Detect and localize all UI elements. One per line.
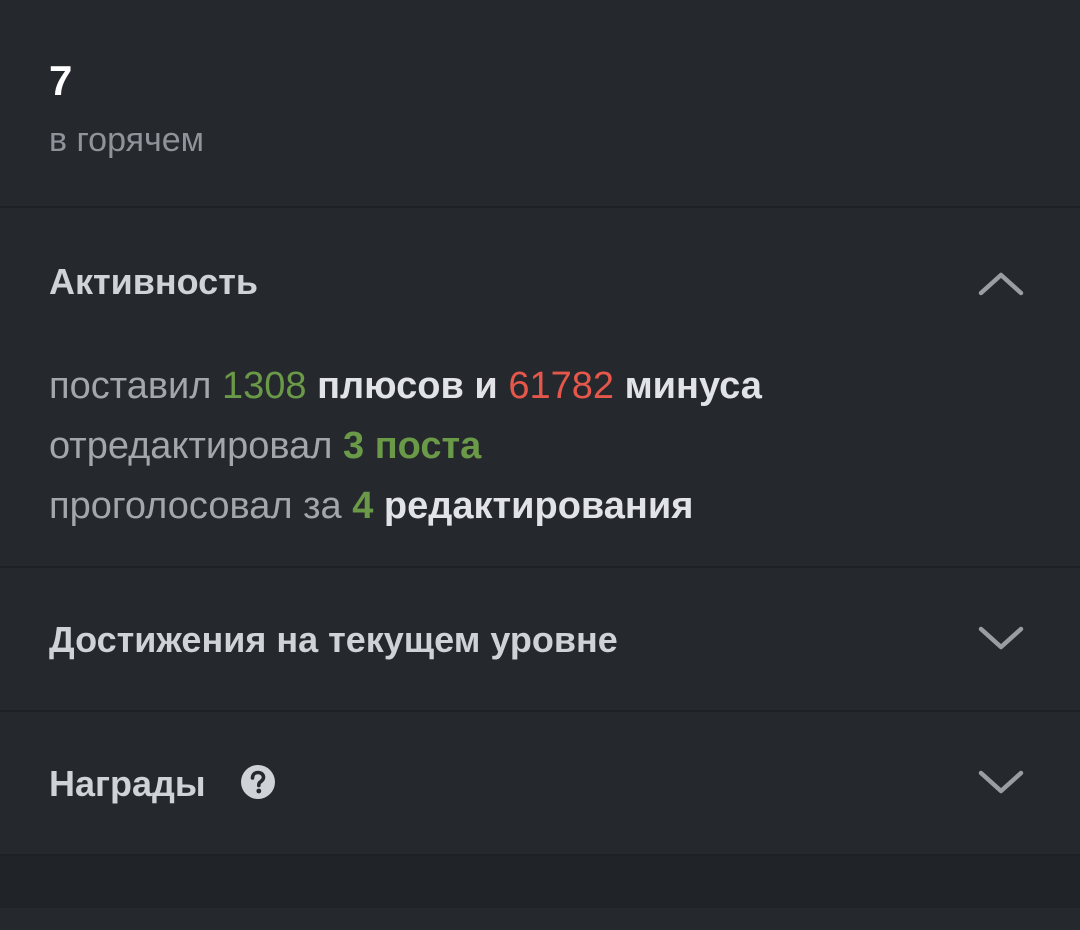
voted-line: проголосовал за 4 редактирования: [49, 476, 762, 536]
achievements-section: Достижения на текущем уровне: [0, 568, 1080, 712]
voted-prefix: проголосовал за: [49, 485, 342, 527]
given-prefix: поставил: [49, 365, 212, 407]
minuses-word: минуса: [624, 365, 762, 407]
pluses-word: плюсов и: [317, 365, 498, 407]
question-circle-icon[interactable]: [240, 764, 276, 800]
voted-count: 4: [352, 485, 374, 527]
achievements-header[interactable]: Достижения на текущем уровне: [0, 568, 1080, 712]
bottom-area: [0, 908, 1080, 930]
rewards-section: Награды: [0, 712, 1080, 856]
pluses-minuses-line: поставил 1308 плюсов и 61782 минуса: [49, 356, 762, 416]
pluses-count: 1308: [221, 365, 307, 407]
rewards-header[interactable]: Награды: [0, 712, 1080, 856]
chevron-up-icon[interactable]: [978, 270, 1024, 296]
activity-details: поставил 1308 плюсов и 61782 минуса отре…: [49, 356, 762, 536]
chevron-down-icon[interactable]: [978, 626, 1024, 652]
achievements-title: Достижения на текущем уровне: [49, 619, 618, 660]
bottom-divider-band: [0, 856, 1080, 908]
hot-label: в горячем: [49, 121, 205, 159]
hot-stat-block: 7 в горячем: [0, 0, 1080, 208]
hot-count: 7: [49, 57, 73, 104]
profile-stats-page: 7 в горячем Активность поставил 1308 плю…: [0, 0, 1080, 930]
activity-section: Активность поставил 1308 плюсов и 61782 …: [0, 208, 1080, 568]
voted-suffix: редактирования: [383, 485, 694, 527]
rewards-title: Награды: [49, 763, 206, 804]
edited-line: отредактировал 3 поста: [49, 416, 762, 476]
minuses-count: 61782: [508, 365, 614, 407]
chevron-down-icon[interactable]: [978, 770, 1024, 796]
activity-header[interactable]: Активность: [0, 208, 1080, 352]
activity-title: Активность: [49, 261, 258, 302]
edited-prefix: отредактировал: [49, 425, 333, 467]
edited-posts-count: 3 поста: [343, 425, 482, 467]
